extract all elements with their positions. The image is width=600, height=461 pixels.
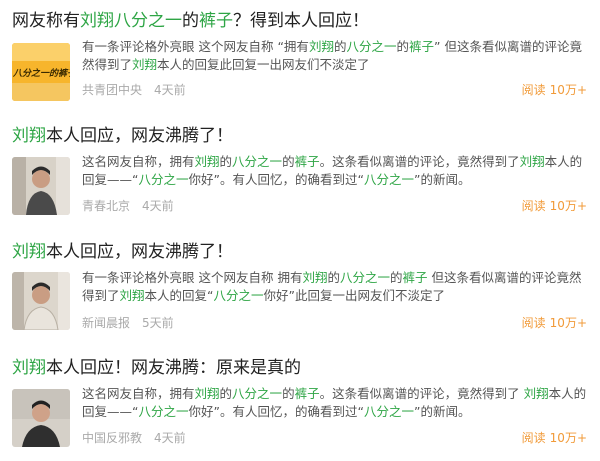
highlighted-keyword: 裤子	[294, 386, 320, 401]
article-summary[interactable]: 这名网友自称，拥有刘翔的八分之一的裤子。这条看似离谱的评论，竟然得到了 刘翔本人…	[82, 385, 587, 421]
highlighted-keyword: 八分之一	[232, 386, 283, 401]
highlighted-keyword: 裤子	[402, 270, 428, 285]
article-title[interactable]: 刘翔本人回应，网友沸腾了！	[12, 242, 233, 262]
highlighted-keyword: 八分之一	[346, 39, 397, 54]
article-title[interactable]: 刘翔本人回应！网友沸腾：原来是真的	[12, 358, 301, 378]
text-segment: 你好”。有人回忆，的确看到过“	[188, 172, 364, 187]
article-source[interactable]: 共青团中央	[82, 83, 142, 97]
article-card[interactable]: 刘翔本人回应！网友沸腾：原来是真的 这名网友自称，拥有刘翔的八分之一的裤子。这条…	[0, 347, 600, 461]
highlighted-keyword: 八分之一	[138, 404, 189, 419]
text-segment: 本人回应，网友沸腾了！	[46, 126, 233, 146]
article-source[interactable]: 新闻晨报	[82, 316, 130, 330]
highlighted-keyword: 八分之一	[363, 172, 414, 187]
article-time: 4天前	[154, 431, 186, 445]
article-summary[interactable]: 有一条评论格外亮眼 这个网友自称 “拥有刘翔的八分之一的裤子” 但这条看似离谱的…	[82, 38, 587, 74]
highlighted-keyword: 刘翔	[194, 386, 220, 401]
text-segment: 的	[219, 154, 233, 169]
text-segment: 你好”此回复一出网友们不淡定了	[263, 288, 446, 303]
article-time: 5天前	[142, 316, 174, 330]
article-summary[interactable]: 这名网友自称，拥有刘翔的八分之一的裤子。这条看似离谱的评论，竟然得到了刘翔本人的…	[82, 153, 587, 189]
article-thumbnail[interactable]: 八分之一的裤子	[12, 43, 70, 101]
highlighted-keyword: 刘翔	[302, 270, 328, 285]
text-segment: 的	[282, 154, 295, 169]
person-photo	[12, 157, 70, 215]
text-segment: 本人的回复此回复一出网友们不淡定了	[157, 57, 370, 72]
article-meta: 共青团中央 4天前	[82, 81, 198, 98]
article-summary[interactable]: 有一条评论格外亮眼 这个网友自称 拥有刘翔的八分之一的裤子 但这条看似离谱的评论…	[82, 269, 587, 305]
highlighted-keyword: 八分之一	[213, 288, 264, 303]
article-card[interactable]: 刘翔本人回应，网友沸腾了！ 这名网友自称，拥有刘翔的八分之一的裤子。这条看似离谱…	[0, 115, 600, 231]
read-label: 阅读	[521, 316, 546, 330]
text-segment: 有一条评论格外亮眼 这个网友自称 拥有	[82, 270, 303, 285]
article-meta: 中国反邪教 4天前	[82, 429, 198, 446]
highlighted-keyword: 八分之一	[138, 172, 189, 187]
read-count: 阅读 10万+	[522, 197, 587, 214]
highlighted-keyword: 刘翔	[308, 39, 334, 54]
article-thumbnail[interactable]	[12, 157, 70, 215]
highlighted-keyword: 八分之一	[363, 404, 414, 419]
highlighted-keyword: 裤子	[294, 154, 320, 169]
text-segment: 的	[182, 11, 199, 31]
text-segment: ”的新闻。	[413, 404, 471, 419]
highlighted-keyword: 刘翔	[519, 154, 545, 169]
person-photo	[12, 389, 70, 447]
person-photo	[12, 272, 70, 330]
text-segment: 。这条看似离谱的评论，竟然得到了	[319, 154, 520, 169]
read-label: 阅读	[521, 83, 546, 97]
article-source[interactable]: 青春北京	[82, 199, 130, 213]
highlighted-keyword: 刘翔	[80, 11, 114, 31]
article-title[interactable]: 网友称有刘翔八分之一的裤子？得到本人回应！	[12, 11, 369, 31]
article-time: 4天前	[142, 199, 174, 213]
highlighted-keyword: 刘翔	[523, 386, 549, 401]
highlighted-keyword: 刘翔	[132, 57, 158, 72]
text-segment: 本人的回复“	[144, 288, 214, 303]
highlighted-keyword: 刘翔	[12, 358, 46, 378]
article-card[interactable]: 刘翔本人回应，网友沸腾了！ 有一条评论格外亮眼 这个网友自称 拥有刘翔的八分之一…	[0, 231, 600, 347]
article-thumbnail[interactable]	[12, 389, 70, 447]
highlighted-keyword: 刘翔	[12, 126, 46, 146]
article-time: 4天前	[154, 83, 186, 97]
text-segment: 本人回应！网友沸腾：原来是真的	[46, 358, 301, 378]
highlighted-keyword: 裤子	[409, 39, 435, 54]
read-number: 10万+	[549, 83, 587, 97]
text-segment: 这名网友自称，拥有	[82, 386, 195, 401]
text-segment: ？得到本人回应！	[233, 11, 369, 31]
text-segment: 的	[390, 270, 403, 285]
highlighted-keyword: 刘翔	[12, 242, 46, 262]
text-segment: 的	[219, 386, 233, 401]
highlighted-keyword: 刘翔	[194, 154, 220, 169]
article-card[interactable]: 网友称有刘翔八分之一的裤子？得到本人回应！ 八分之一的裤子 有一条评论格外亮眼 …	[0, 0, 600, 115]
highlighted-keyword: 八分之一	[114, 11, 182, 31]
read-label: 阅读	[521, 431, 546, 445]
highlighted-keyword: 八分之一	[232, 154, 283, 169]
highlighted-keyword: 刘翔	[119, 288, 145, 303]
article-title[interactable]: 刘翔本人回应，网友沸腾了！	[12, 126, 233, 146]
text-segment: 的	[327, 270, 340, 285]
text-segment: 本人回应，网友沸腾了！	[46, 242, 233, 262]
highlighted-keyword: 裤子	[199, 11, 233, 31]
article-thumbnail[interactable]	[12, 272, 70, 330]
read-count: 阅读 10万+	[522, 429, 587, 446]
article-source[interactable]: 中国反邪教	[82, 431, 142, 445]
read-number: 10万+	[549, 199, 587, 213]
text-segment: 的	[333, 39, 347, 54]
text-segment: 你好”。有人回忆，的确看到过“	[188, 404, 364, 419]
text-segment: ”的新闻。	[413, 172, 471, 187]
highlighted-keyword: 八分之一	[339, 270, 390, 285]
text-segment: 的	[282, 386, 295, 401]
read-number: 10万+	[549, 431, 587, 445]
text-segment: 网友称有	[12, 11, 80, 31]
text-segment: 。这条看似离谱的评论，竟然得到了	[319, 386, 524, 401]
read-number: 10万+	[549, 316, 587, 330]
read-count: 阅读 10万+	[522, 314, 587, 331]
read-label: 阅读	[521, 199, 546, 213]
text-segment: 的	[396, 39, 409, 54]
article-meta: 青春北京 4天前	[82, 197, 186, 214]
article-meta: 新闻晨报 5天前	[82, 314, 186, 331]
read-count: 阅读 10万+	[522, 81, 587, 98]
banner-text: 八分之一的裤子	[13, 69, 70, 79]
text-segment: 这名网友自称，拥有	[82, 154, 195, 169]
text-segment: 有一条评论格外亮眼 这个网友自称 “拥有	[82, 39, 309, 54]
